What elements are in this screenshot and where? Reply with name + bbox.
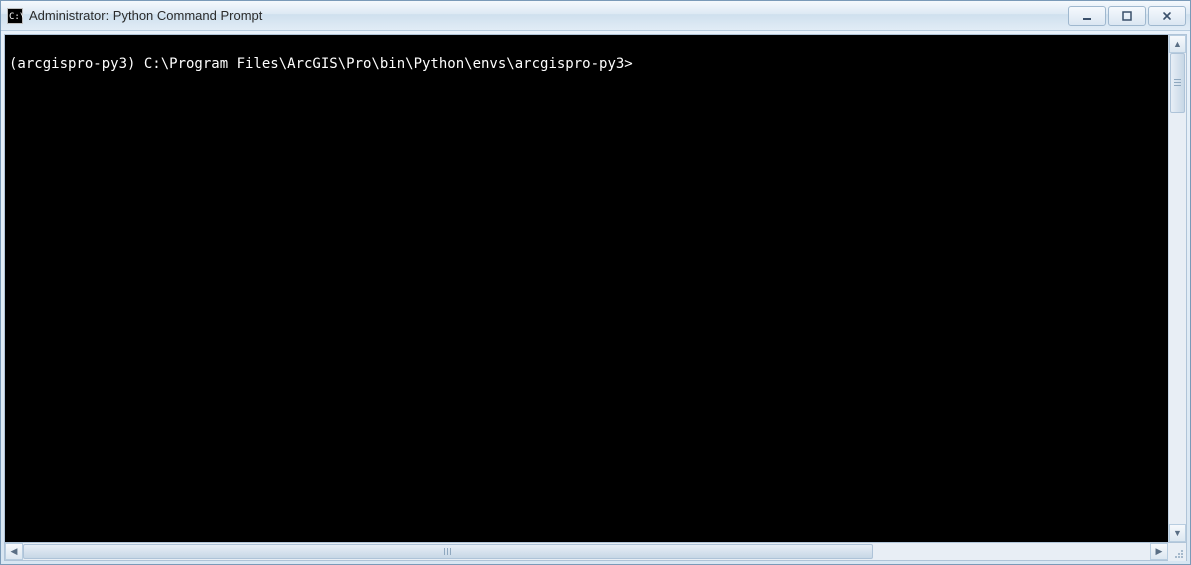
scroll-down-arrow-icon[interactable]: ▼ [1169,524,1186,542]
cmd-icon: C:\ [7,8,23,24]
horizontal-scroll-track[interactable] [23,543,1150,560]
maximize-button[interactable] [1108,6,1146,26]
scroll-right-arrow-icon[interactable]: ▶ [1150,543,1168,560]
titlebar[interactable]: C:\ Administrator: Python Command Prompt [1,1,1190,31]
vertical-scroll-thumb[interactable] [1170,53,1185,113]
svg-text:C:\: C:\ [9,12,23,22]
horizontal-scrollbar[interactable]: ◀ ▶ [4,543,1187,561]
resize-grip[interactable] [1168,543,1186,561]
console-prompt: (arcgispro-py3) C:\Program Files\ArcGIS\… [9,56,633,72]
vertical-scroll-track[interactable] [1169,53,1186,524]
horizontal-scroll-thumb[interactable] [23,544,873,559]
console-output[interactable]: (arcgispro-py3) C:\Program Files\ArcGIS\… [5,35,1168,542]
scroll-up-arrow-icon[interactable]: ▲ [1169,35,1186,53]
window-title: Administrator: Python Command Prompt [29,8,1068,23]
window-controls [1068,6,1186,26]
minimize-button[interactable] [1068,6,1106,26]
close-button[interactable] [1148,6,1186,26]
window-frame: C:\ Administrator: Python Command Prompt… [0,0,1191,565]
vertical-scrollbar[interactable]: ▲ ▼ [1168,35,1186,542]
client-area: (arcgispro-py3) C:\Program Files\ArcGIS\… [1,31,1190,564]
scroll-left-arrow-icon[interactable]: ◀ [5,543,23,560]
console-container: (arcgispro-py3) C:\Program Files\ArcGIS\… [4,34,1187,543]
